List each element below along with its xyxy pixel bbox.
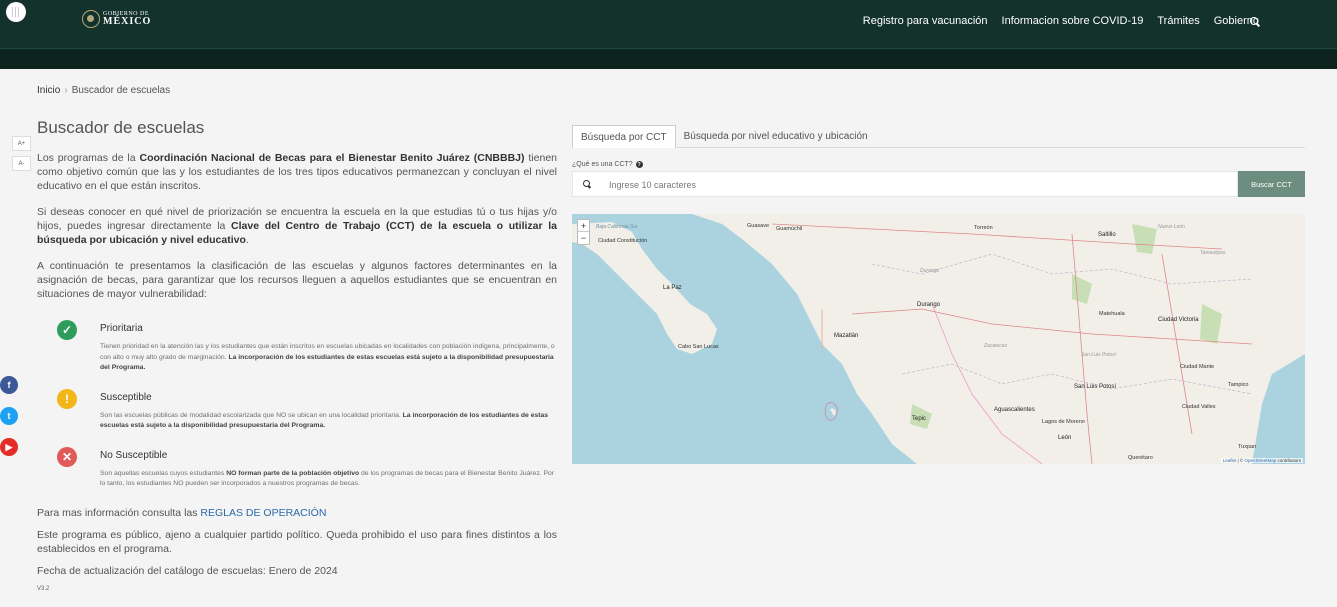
map-tiles: [572, 214, 1305, 464]
page-title: Buscador de escuelas: [37, 118, 205, 137]
nav-vacunacion[interactable]: Registro para vacunación: [863, 15, 988, 27]
nav-tramites[interactable]: Trámites: [1157, 15, 1199, 27]
breadcrumb-separator: ›: [64, 85, 68, 96]
class-susceptible: ! Susceptible Son las escuelas públicas …: [57, 387, 557, 432]
map-label-zacatecas: Zacatecas: [984, 343, 1008, 349]
search-icon[interactable]: [1250, 17, 1260, 27]
map-label-durango: Durango: [917, 302, 941, 308]
class-description: Son aquellas escuelas cuyos estudiantes …: [100, 469, 555, 488]
check-icon: ✓: [57, 320, 77, 340]
map-label-ciudad-constitucion: Ciudad Constitución: [598, 238, 648, 244]
main-nav: Registro para vacunación Informacion sob…: [863, 15, 1259, 27]
cct-input[interactable]: [609, 177, 1209, 193]
footer-info: Para mas información consulta las REGLAS…: [37, 506, 557, 592]
map-label-tuxpan: Tuxpan: [1238, 444, 1257, 450]
rules-link[interactable]: REGLAS DE OPERACIÓN: [200, 507, 326, 519]
map-label-guamuchil: Guamúchil: [776, 226, 803, 232]
class-title: Susceptible: [100, 391, 152, 403]
map-attribution: Leaflet | © OpenStreetMap contributors: [1220, 458, 1303, 463]
class-description: Tienen prioridad en la atención las y lo…: [100, 343, 555, 371]
font-increase-button[interactable]: A+: [12, 136, 31, 151]
youtube-icon[interactable]: ▶: [0, 438, 18, 456]
tab-cct[interactable]: Búsqueda por CCT: [572, 125, 676, 148]
search-icon: [583, 180, 591, 188]
map-label-ciudad-valles: Ciudad Valles: [1182, 404, 1216, 410]
nav-covid[interactable]: Informacion sobre COVID-19: [1002, 15, 1144, 27]
class-no-susceptible: ✕ No Susceptible Son aquellas escuelas c…: [57, 445, 557, 490]
breadcrumb: Inicio › Buscador de escuelas: [37, 85, 170, 96]
facebook-icon[interactable]: f: [0, 376, 18, 394]
map-label-saltillo: Saltillo: [1098, 232, 1116, 238]
map-label-aguascalientes: Aguascalientes: [994, 407, 1035, 413]
map-label-tepic: Tepic: [912, 416, 927, 422]
header-band: [0, 48, 1337, 69]
map-label-torreon: Torreón: [974, 225, 993, 231]
version-label: V3.2: [37, 586, 50, 592]
osm-link[interactable]: OpenStreetMap: [1244, 458, 1276, 463]
gobierno-logo[interactable]: GOBIERNO DE MÉXICO: [82, 10, 151, 28]
intro-paragraph-3: A continuación te presentamos la clasifi…: [37, 260, 557, 300]
map-label-slp-state: San Luis Potosí: [1081, 352, 1117, 358]
map-label-mazatlan: Mazatlán: [834, 333, 859, 339]
search-cct-button[interactable]: Buscar CCT: [1238, 171, 1305, 197]
map-label-durango-state: Durango: [920, 268, 940, 274]
exclamation-icon: !: [57, 388, 77, 409]
map-label-leon: León: [1058, 435, 1072, 441]
map-label-lagos: Lagos de Moreno: [1042, 419, 1085, 425]
cct-help[interactable]: ¿Qué es una CCT? ?: [572, 161, 643, 168]
zoom-control: + −: [577, 219, 590, 245]
map-label-guasave: Guasave: [747, 223, 770, 229]
school-classification: ✓ Prioritaria Tienen prioridad en la ate…: [57, 318, 557, 490]
map-label-queretaro: Querétaro: [1128, 455, 1153, 461]
more-info-text: Para mas información consulta las REGLAS…: [37, 507, 327, 519]
class-title: Prioritaria: [100, 323, 143, 334]
map-label-ciudad-victoria: Ciudad Victoria: [1158, 317, 1199, 323]
map[interactable]: + − Baja California Sur Ciudad Constituc…: [572, 214, 1305, 464]
cct-question-text: ¿Qué es una CCT?: [572, 161, 633, 168]
map-label-la-paz: La Paz: [663, 285, 682, 291]
seal-icon: [82, 10, 100, 28]
breadcrumb-current: Buscador de escuelas: [71, 85, 171, 96]
font-decrease-button[interactable]: A-: [12, 156, 31, 171]
map-label-tamaulipas: Tamaulipas: [1200, 250, 1226, 256]
logo-line2: MÉXICO: [103, 16, 152, 27]
map-label-tampico: Tampico: [1228, 382, 1249, 388]
update-date: Fecha de actualización del catálogo de e…: [37, 565, 338, 577]
map-label-ciudad-mante: Ciudad Mante: [1180, 364, 1215, 370]
class-description: Son las escuelas públicas de modalidad e…: [100, 411, 549, 430]
zoom-in-button[interactable]: +: [578, 220, 589, 232]
zoom-out-button[interactable]: −: [578, 232, 589, 244]
map-label-slp: San Luis Potosí: [1074, 384, 1117, 390]
breadcrumb-home[interactable]: Inicio: [37, 85, 60, 96]
intro-section: Buscador de escuelas Los programas de la…: [37, 118, 557, 313]
map-label-nuevo-leon: Nuevo León: [1158, 224, 1185, 230]
map-label-cabo: Cabo San Lucas: [678, 344, 719, 350]
leaflet-link[interactable]: Leaflet: [1223, 458, 1237, 463]
class-prioritaria: ✓ Prioritaria Tienen prioridad en la ate…: [57, 318, 557, 374]
map-label-matehuala: Matehuala: [1099, 311, 1125, 317]
search-tabs: Búsqueda por CCT Búsqueda por nivel educ…: [572, 125, 1305, 148]
intro-paragraph-2: Si deseas conocer en qué nivel de priori…: [37, 206, 557, 246]
tab-location[interactable]: Búsqueda por nivel educativo y ubicación: [676, 125, 876, 148]
menu-icon[interactable]: [6, 2, 26, 22]
top-header: GOBIERNO DE MÉXICO Registro para vacunac…: [0, 0, 1337, 48]
twitter-icon[interactable]: t: [0, 407, 18, 425]
question-icon[interactable]: ?: [635, 161, 643, 168]
map-label-baja-sur: Baja California Sur: [596, 224, 638, 230]
cct-search-box: [572, 171, 1238, 197]
class-title: No Susceptible: [100, 449, 168, 461]
intro-paragraph-1: Los programas de la Coordinación Naciona…: [37, 152, 558, 192]
public-notice: Este programa es público, ajeno a cualqu…: [37, 529, 557, 555]
x-icon: ✕: [57, 446, 77, 467]
